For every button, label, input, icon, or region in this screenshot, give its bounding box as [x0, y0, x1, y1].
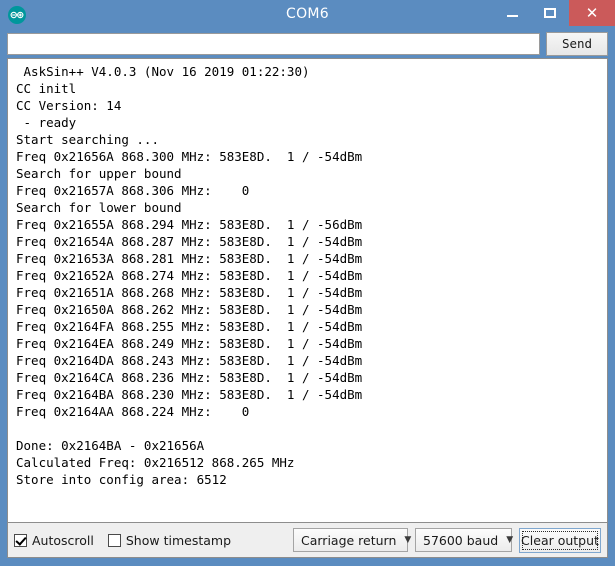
serial-monitor-window: COM6 ✕ Send AskSin++ V4.0.3 (Nov 16 2019… [0, 0, 615, 566]
serial-output-line: Search for lower bound [16, 200, 182, 215]
serial-output-line: Done: 0x2164BA - 0x21656A [16, 438, 205, 453]
close-button[interactable]: ✕ [569, 0, 615, 26]
bottom-toolbar: Autoscroll Show timestamp Carriage retur… [7, 522, 608, 558]
serial-output-line: Calculated Freq: 0x216512 868.265 MHz [16, 455, 295, 470]
chevron-down-icon: ▼ [506, 534, 514, 545]
serial-output-line: Freq 0x21650A 868.262 MHz: 583E8D. 1 / -… [16, 302, 363, 317]
serial-output-line: Freq 0x21656A 868.300 MHz: 583E8D. 1 / -… [16, 149, 363, 164]
line-ending-select[interactable]: Carriage return ▼ [293, 528, 412, 552]
serial-output-text: AskSin++ V4.0.3 (Nov 16 2019 01:22:30) CC… [8, 59, 607, 488]
serial-output-panel[interactable]: AskSin++ V4.0.3 (Nov 16 2019 01:22:30) CC… [7, 58, 608, 522]
serial-output-line: Freq 0x2164FA 868.255 MHz: 583E8D. 1 / -… [16, 319, 363, 334]
show-timestamp-checkbox[interactable]: Show timestamp [107, 532, 232, 548]
clear-output-label: Clear output [521, 532, 599, 548]
send-input[interactable] [7, 32, 540, 55]
serial-output-line: Freq 0x21651A 868.268 MHz: 583E8D. 1 / -… [16, 285, 363, 300]
serial-output-line: Freq 0x21653A 868.281 MHz: 583E8D. 1 / -… [16, 251, 363, 266]
minimize-button[interactable] [493, 0, 531, 26]
serial-output-line: Freq 0x2164BA 868.230 MHz: 583E8D. 1 / -… [16, 387, 363, 402]
window-controls: ✕ [493, 0, 615, 26]
show-timestamp-label: Show timestamp [125, 532, 232, 548]
serial-output-line: Store into config area: 6512 [16, 472, 227, 487]
serial-output-line: - ready [16, 115, 77, 130]
serial-output-line: Freq 0x21657A 868.306 MHz: 0 [16, 183, 250, 198]
serial-output-line: CC Version: 14 [16, 98, 122, 113]
show-timestamp-checkbox-box [107, 533, 121, 547]
autoscroll-label: Autoscroll [32, 532, 94, 548]
serial-output-line: Freq 0x21655A 868.294 MHz: 583E8D. 1 / -… [16, 217, 363, 232]
serial-output-line [16, 420, 607, 437]
serial-output-line: Freq 0x2164AA 868.224 MHz: 0 [16, 404, 250, 419]
clear-output-button[interactable]: Clear output [519, 527, 601, 553]
window-bottom-edge [0, 558, 615, 566]
serial-output-line: Freq 0x21652A 868.274 MHz: 583E8D. 1 / -… [16, 268, 363, 283]
serial-output-line: Freq 0x2164EA 868.249 MHz: 583E8D. 1 / -… [16, 336, 363, 351]
serial-output-line: Freq 0x21654A 868.287 MHz: 583E8D. 1 / -… [16, 234, 363, 249]
maximize-button[interactable] [531, 0, 569, 26]
serial-output-line: Start searching ... [16, 132, 159, 147]
baud-rate-select[interactable]: 57600 baud ▼ [415, 528, 514, 552]
serial-output-line: Freq 0x2164CA 868.236 MHz: 583E8D. 1 / -… [16, 370, 363, 385]
serial-output-line: AskSin++ V4.0.3 (Nov 16 2019 01:22:30) [16, 64, 310, 79]
autoscroll-checkbox[interactable]: Autoscroll [14, 533, 94, 548]
line-ending-value: Carriage return [301, 532, 397, 548]
send-button[interactable]: Send [546, 31, 608, 56]
chevron-down-icon: ▼ [404, 534, 412, 545]
serial-output-line: CC initl [16, 81, 77, 96]
send-bar: Send [0, 29, 615, 58]
autoscroll-checkbox-box [14, 533, 27, 547]
baud-rate-value: 57600 baud [423, 532, 499, 548]
titlebar: COM6 ✕ [0, 0, 615, 29]
minimize-icon [506, 15, 518, 17]
close-icon: ✕ [585, 3, 599, 22]
maximize-icon [544, 8, 556, 18]
serial-output-line: Search for upper bound [16, 166, 182, 181]
serial-output-line: Freq 0x2164DA 868.243 MHz: 583E8D. 1 / -… [16, 353, 363, 368]
